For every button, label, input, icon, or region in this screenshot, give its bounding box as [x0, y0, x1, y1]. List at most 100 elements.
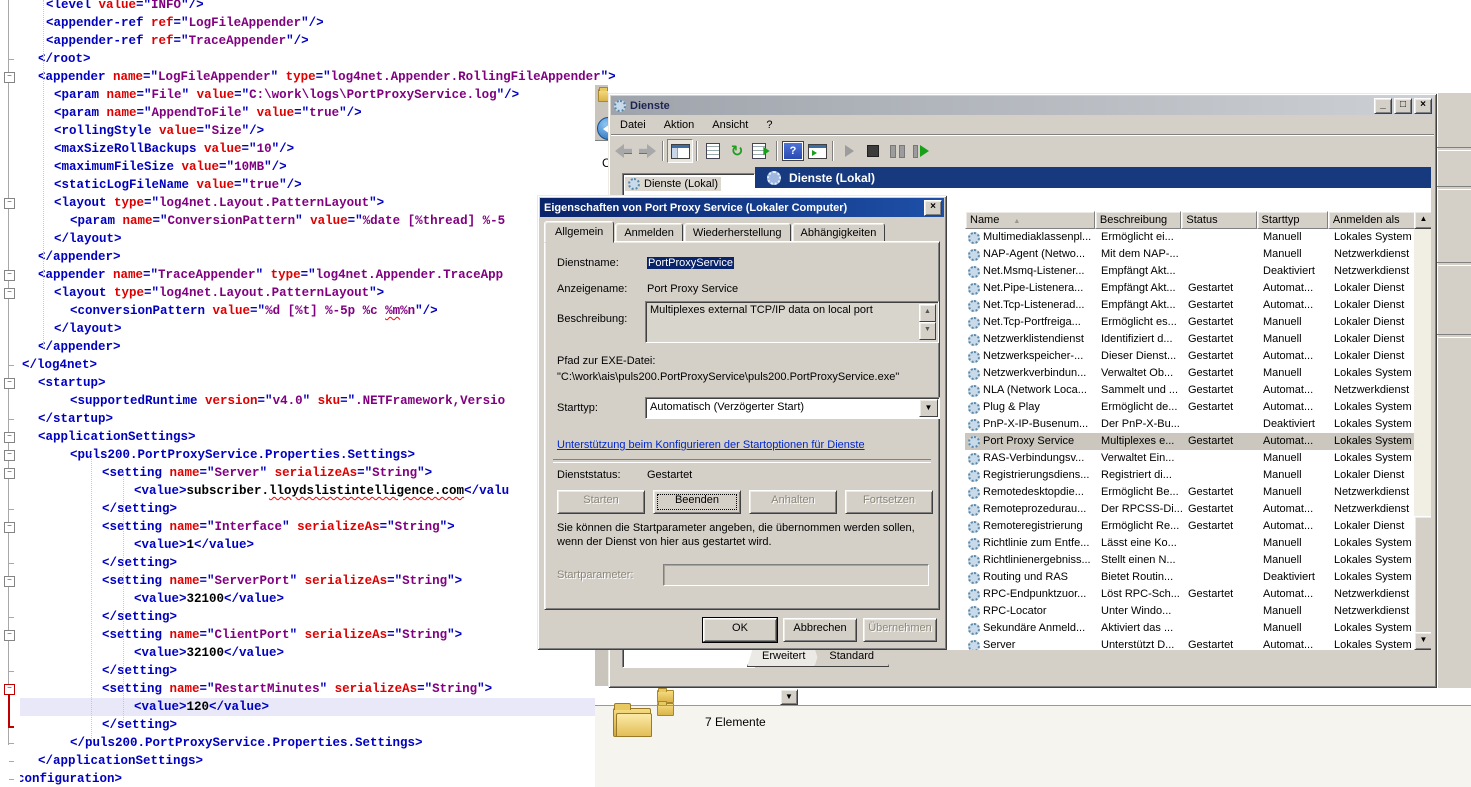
table-row[interactable]: RAS-Verbindungsv...Verwaltet Ein...Manue… — [965, 450, 1431, 467]
scroll-down-icon[interactable]: ▼ — [919, 322, 936, 340]
fold-collapse-icon[interactable]: − — [4, 630, 15, 641]
table-row[interactable]: Remotedesktopdie...Ermöglicht Be...Gesta… — [965, 484, 1431, 501]
back-icon[interactable] — [611, 140, 635, 162]
fold-collapse-icon[interactable]: − — [4, 270, 15, 281]
column-header-name[interactable]: Name▲ — [965, 211, 1095, 229]
start-service-icon[interactable] — [837, 140, 861, 162]
divider — [1437, 334, 1471, 338]
dienstname-value[interactable]: PortProxyService — [647, 257, 734, 269]
table-row[interactable]: ServerUnterstützt D...GestartetAutomat..… — [965, 637, 1431, 650]
table-row[interactable]: Multimediaklassenpl...Ermöglicht ei...Ma… — [965, 229, 1431, 246]
table-row[interactable]: Netzwerkverbindun...Verwaltet Ob...Gesta… — [965, 365, 1431, 382]
forward-icon[interactable] — [635, 140, 659, 162]
table-row[interactable]: Net.Pipe-Listenera...Empfängt Akt...Gest… — [965, 280, 1431, 297]
column-header-anmelden-als[interactable]: Anmelden als — [1328, 211, 1421, 229]
tab-allgemein[interactable]: Allgemein — [544, 221, 614, 243]
table-row[interactable]: Remoteprozedurau...Der RPCSS-Di...Gestar… — [965, 501, 1431, 518]
tree-item-dienste-lokal[interactable]: Dienste (Lokal) — [625, 177, 721, 191]
gear-icon — [968, 436, 980, 448]
fold-collapse-icon[interactable]: − — [4, 198, 15, 209]
table-row[interactable]: Net.Msmq-Listener...Empfängt Akt...Deakt… — [965, 263, 1431, 280]
table-row[interactable]: Plug & PlayErmöglicht de...GestartetAuto… — [965, 399, 1431, 416]
close-icon[interactable]: × — [924, 200, 942, 216]
menu-help[interactable]: ? — [757, 117, 781, 133]
status-item-count: 7 Elemente — [705, 715, 766, 729]
maximize-button[interactable]: □ — [1394, 98, 1412, 114]
table-row[interactable]: RPC-Endpunktzuor...Löst RPC-Sch...Gestar… — [965, 586, 1431, 603]
column-header-starttyp[interactable]: Starttyp — [1257, 211, 1328, 229]
fold-tick — [9, 365, 14, 366]
divider — [553, 459, 931, 463]
menu-ansicht[interactable]: Ansicht — [703, 117, 757, 133]
scroll-up-icon[interactable]: ▲ — [1414, 211, 1431, 229]
beschreibung-box[interactable]: Multiplexes external TCP/IP data on loca… — [645, 301, 939, 343]
vertical-scrollbar[interactable]: ▲ ▼ — [1414, 211, 1431, 650]
export-list-icon[interactable] — [749, 140, 773, 162]
menu-aktion[interactable]: Aktion — [655, 117, 704, 133]
table-row[interactable]: PnP-X-IP-Busenum...Der PnP-X-Bu...Deakti… — [965, 416, 1431, 433]
refresh-icon[interactable]: ↻ — [725, 140, 749, 162]
show-console-tree-icon[interactable] — [667, 139, 693, 163]
table-row[interactable]: NAP-Agent (Netwo...Mit dem NAP-...Manuel… — [965, 246, 1431, 263]
table-row[interactable]: Richtlinienergebniss...Stellt einen N...… — [965, 552, 1431, 569]
extended-view-icon[interactable] — [805, 140, 829, 162]
pause-service-icon[interactable] — [885, 140, 909, 162]
dialog-titlebar[interactable]: Eigenschaften von Port Proxy Service (Lo… — [540, 198, 944, 217]
gear-icon — [968, 538, 980, 550]
table-row[interactable]: RemoteregistrierungErmöglicht Re...Gesta… — [965, 518, 1431, 535]
fold-collapse-icon[interactable]: − — [4, 450, 15, 461]
starttyp-combobox[interactable]: Automatisch (Verzögerter Start) ▼ — [645, 397, 940, 419]
restart-service-icon[interactable] — [909, 140, 933, 162]
minimize-button[interactable]: _ — [1374, 98, 1392, 114]
startoptions-help-link[interactable]: Unterstützung beim Konfigurieren der Sta… — [557, 439, 865, 451]
fold-collapse-icon[interactable]: − — [4, 576, 15, 587]
table-row[interactable]: NetzwerklistendienstIdentifiziert d...Ge… — [965, 331, 1431, 348]
fold-collapse-icon[interactable]: − — [4, 432, 15, 443]
abbrechen-button[interactable]: Abbrechen — [783, 618, 857, 642]
tab-erweitert[interactable]: Erweitert — [747, 648, 820, 667]
services-titlebar[interactable]: Dienste _ □ × — [611, 96, 1434, 115]
stop-service-icon[interactable] — [861, 140, 885, 162]
code-line: <appender name="LogFileAppender" type="l… — [0, 68, 1471, 86]
tab-abhaengigkeiten[interactable]: Abhängigkeiten — [792, 223, 886, 242]
scrollbar-thumb[interactable] — [1414, 516, 1431, 650]
fold-collapse-icon[interactable]: − — [4, 378, 15, 389]
beschreibung-label: Beschreibung: — [557, 313, 627, 325]
tab-wiederherstellung[interactable]: Wiederherstellung — [684, 223, 791, 242]
help-icon[interactable]: ? — [781, 140, 805, 162]
table-row[interactable]: Port Proxy ServiceMultiplexes e...Gestar… — [965, 433, 1431, 450]
fold-tick — [9, 743, 14, 744]
scroll-up-icon[interactable]: ▲ — [919, 304, 936, 322]
table-row[interactable]: Sekundäre Anmeld...Aktiviert das ...Manu… — [965, 620, 1431, 637]
chevron-down-icon[interactable]: ▼ — [919, 399, 938, 417]
properties-icon[interactable] — [701, 140, 725, 162]
ok-button[interactable]: OK — [703, 618, 777, 642]
close-button[interactable]: × — [1414, 98, 1432, 114]
scroll-down-icon[interactable]: ▼ — [1414, 632, 1431, 650]
pfad-label: Pfad zur EXE-Datei: — [557, 355, 655, 367]
fold-collapse-icon[interactable]: − — [4, 72, 15, 83]
toolbar-separator — [832, 141, 834, 161]
table-row[interactable]: Net.Tcp-Listenerad...Empfängt Akt...Gest… — [965, 297, 1431, 314]
gear-icon — [968, 300, 980, 312]
menu-datei[interactable]: Datei — [611, 117, 655, 133]
column-header-status[interactable]: Status — [1181, 211, 1256, 229]
tab-standard[interactable]: Standard — [814, 648, 889, 667]
table-row[interactable]: Net.Tcp-Portfreiga...Ermöglicht es...Ges… — [965, 314, 1431, 331]
fold-collapse-icon[interactable]: − — [4, 288, 15, 299]
table-row[interactable]: Richtlinie zum Entfe...Lässt eine Ko...M… — [965, 535, 1431, 552]
table-row[interactable]: Routing und RASBietet Routin...Deaktivie… — [965, 569, 1431, 586]
beenden-button[interactable]: Beenden — [653, 490, 741, 514]
table-row[interactable]: Netzwerkspeicher-...Dieser Dienst...Gest… — [965, 348, 1431, 365]
dropdown-arrow-icon[interactable]: ▼ — [780, 689, 798, 705]
fold-collapse-icon[interactable]: − — [4, 522, 15, 533]
fold-collapse-icon[interactable]: − — [4, 468, 15, 479]
back-button[interactable] — [597, 117, 608, 140]
code-folding-gutter[interactable]: −−−−−−−−−−−− — [0, 0, 20, 787]
table-row[interactable]: Registrierungsdiens...Registriert di...M… — [965, 467, 1431, 484]
tab-anmelden[interactable]: Anmelden — [615, 223, 683, 242]
table-row[interactable]: NLA (Network Loca...Sammelt und ...Gesta… — [965, 382, 1431, 399]
column-header-beschreibung[interactable]: Beschreibung — [1095, 211, 1181, 229]
anhalten-button: Anhalten — [749, 490, 837, 514]
table-row[interactable]: RPC-LocatorUnter Windo...ManuellNetzwerk… — [965, 603, 1431, 620]
